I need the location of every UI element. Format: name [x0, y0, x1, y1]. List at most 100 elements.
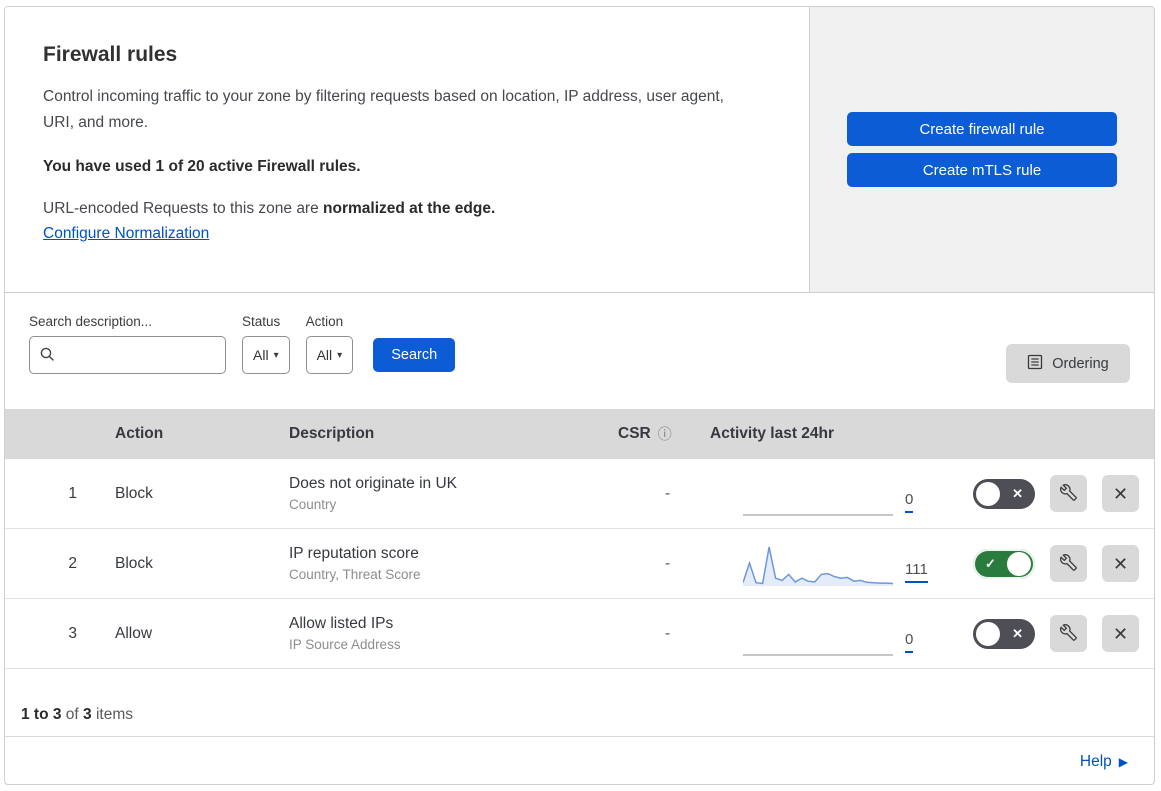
page-description: Control incoming traffic to your zone by…	[43, 88, 724, 131]
normalization-note: URL-encoded Requests to this zone are no…	[43, 200, 779, 218]
rule-action: Allow	[115, 624, 153, 642]
close-icon: ✕	[1112, 483, 1129, 504]
create-firewall-rule-button[interactable]: Create firewall rule	[847, 112, 1117, 146]
activity-sparkline	[743, 473, 893, 517]
x-icon: ✕	[1012, 485, 1023, 501]
rule-activity-cell: 0	[697, 459, 957, 528]
ordering-button-label: Ordering	[1052, 355, 1109, 372]
rule-activity-cell: 0	[697, 599, 957, 668]
search-label: Search description...	[29, 314, 153, 329]
rule-activity-cell: 111	[697, 529, 957, 598]
search-icon	[40, 347, 55, 367]
help-bar: Help ▶	[5, 736, 1154, 784]
wrench-icon	[1060, 553, 1077, 574]
rule-priority: 2	[68, 554, 77, 572]
of-text: of	[61, 706, 84, 723]
close-icon: ✕	[1112, 553, 1129, 574]
toggle-knob	[976, 621, 1000, 646]
wrench-icon	[1060, 623, 1077, 644]
activity-sparkline	[742, 543, 894, 587]
toggle-knob	[976, 481, 1000, 506]
info-icon[interactable]: ⓘ	[658, 424, 672, 444]
activity-count-link[interactable]: 0	[905, 631, 914, 653]
rule-priority: 1	[68, 484, 77, 502]
rule-description-cell: Does not originate in UK Country	[267, 475, 587, 512]
rule-controls: ✓ ✕ ✕	[957, 475, 1154, 512]
rule-enabled-toggle[interactable]: ✓ ✕	[973, 618, 1035, 649]
status-filter-group: Status All ▾	[242, 314, 290, 374]
table-header: Action Description CSR ⓘ Activity last 2…	[5, 409, 1154, 459]
activity-sparkline	[743, 613, 893, 657]
actions-panel: Create firewall rule Create mTLS rule	[809, 7, 1154, 292]
activity-column-header: Activity last 24hr	[710, 425, 835, 442]
create-mtls-rule-button[interactable]: Create mTLS rule	[847, 153, 1117, 187]
table-row: 3 Allow Allow listed IPs IP Source Addre…	[5, 599, 1154, 669]
items-text: items	[91, 706, 133, 723]
csr-column-header: CSR ⓘ	[587, 424, 697, 444]
rule-description: Does not originate in UK	[289, 475, 458, 492]
rule-criteria: Country, Threat Score	[289, 567, 421, 582]
usage-summary: You have used 1 of 20 active Firewall ru…	[43, 158, 361, 175]
search-input[interactable]	[29, 336, 226, 374]
rule-description: Allow listed IPs	[289, 615, 394, 632]
rule-priority: 3	[68, 624, 77, 642]
normalization-prefix: URL-encoded Requests to this zone are	[43, 200, 324, 217]
status-selected-value: All	[253, 347, 269, 363]
delete-rule-button[interactable]: ✕	[1102, 615, 1139, 652]
action-column-header: Action	[115, 425, 164, 442]
action-filter-group: Action All ▾	[305, 314, 354, 374]
arrow-right-icon: ▶	[1118, 754, 1128, 769]
page-title: Firewall rules	[43, 43, 178, 66]
table-row: 2 Block IP reputation score Country, Thr…	[5, 529, 1154, 599]
rule-criteria: IP Source Address	[289, 637, 401, 652]
rule-action: Block	[115, 484, 153, 502]
action-select[interactable]: All ▾	[305, 336, 354, 374]
rule-description: IP reputation score	[289, 545, 419, 562]
close-icon: ✕	[1112, 623, 1129, 644]
status-label: Status	[242, 314, 281, 329]
firewall-rules-card: Firewall rules Control incoming traffic …	[4, 6, 1155, 785]
action-selected-value: All	[316, 347, 333, 363]
delete-rule-button[interactable]: ✕	[1102, 545, 1139, 582]
normalization-bold: normalized at the edge.	[323, 200, 496, 217]
configure-normalization-link[interactable]: Configure Normalization	[43, 225, 209, 242]
wrench-icon	[1060, 483, 1077, 504]
header-section: Firewall rules Control incoming traffic …	[5, 7, 1154, 293]
rule-csr-value: -	[665, 554, 671, 572]
filter-bar: Search description... Status All ▾ Actio…	[5, 293, 1154, 409]
edit-rule-button[interactable]	[1050, 545, 1087, 582]
rule-enabled-toggle[interactable]: ✓ ✕	[973, 548, 1035, 579]
toggle-knob	[1007, 551, 1031, 576]
x-icon: ✕	[1012, 625, 1023, 641]
rule-criteria: Country	[289, 497, 337, 512]
action-label: Action	[305, 314, 344, 329]
activity-count-link[interactable]: 111	[905, 561, 928, 583]
edit-rule-button[interactable]	[1050, 475, 1087, 512]
rule-action: Block	[115, 554, 153, 572]
help-link[interactable]: Help ▶	[1080, 753, 1128, 771]
chevron-down-icon: ▾	[337, 349, 343, 361]
delete-rule-button[interactable]: ✕	[1102, 475, 1139, 512]
activity-count-link[interactable]: 0	[905, 491, 914, 513]
rule-enabled-toggle[interactable]: ✓ ✕	[973, 478, 1035, 509]
status-select[interactable]: All ▾	[242, 336, 290, 374]
table-row: 1 Block Does not originate in UK Country…	[5, 459, 1154, 529]
search-button[interactable]: Search	[373, 338, 456, 372]
item-range: 1 to 3	[21, 706, 62, 723]
rule-csr-value: -	[665, 484, 671, 502]
rule-controls: ✓ ✕ ✕	[957, 545, 1154, 582]
ordering-button[interactable]: Ordering	[1006, 344, 1130, 383]
help-link-label: Help	[1079, 752, 1112, 770]
description-column-header: Description	[289, 425, 375, 442]
search-group: Search description...	[29, 314, 226, 374]
rule-description-cell: Allow listed IPs IP Source Address	[267, 615, 587, 652]
item-total: 3	[83, 706, 92, 723]
rule-description-cell: IP reputation score Country, Threat Scor…	[267, 545, 587, 582]
header-text-area: Firewall rules Control incoming traffic …	[5, 7, 809, 292]
chevron-down-icon: ▾	[273, 349, 279, 361]
check-icon: ✓	[985, 555, 996, 571]
csr-header-label: CSR	[618, 425, 651, 442]
edit-rule-button[interactable]	[1050, 615, 1087, 652]
pagination-summary: 1 to 3 of 3 items	[5, 669, 1154, 736]
list-document-icon	[1027, 354, 1043, 374]
